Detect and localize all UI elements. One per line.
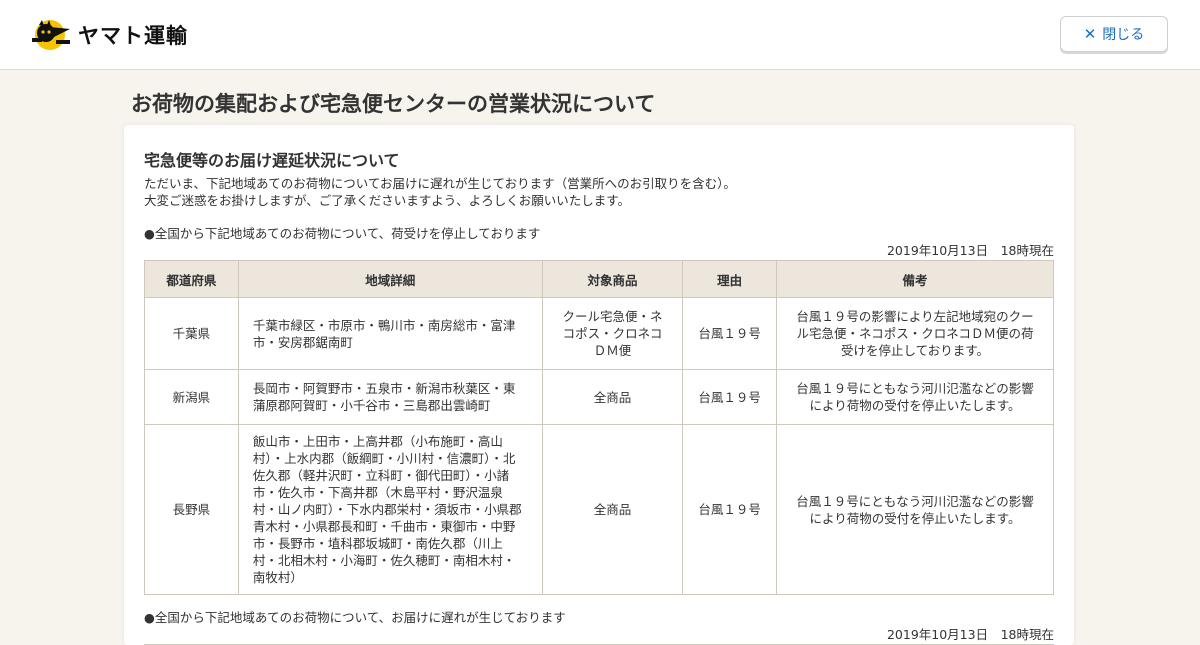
yamato-logo[interactable]: ヤマト運輸 [30, 19, 188, 51]
header-product: 対象商品 [541, 260, 684, 298]
close-button[interactable]: ✕ 閉じる [1060, 16, 1168, 52]
notice-delivery-delay: ●全国から下記地域あてのお荷物について、お届けに遅れが生じております [144, 610, 566, 625]
cell-area: 飯山市・上田市・上高井郡（小布施町・高山村）・上水内郡（飯綱町・小川村・信濃町）… [237, 424, 543, 595]
table-row: 長野県 飯山市・上田市・上高井郡（小布施町・高山村）・上水内郡（飯綱町・小川村・… [144, 424, 1054, 595]
logo-text: ヤマト運輸 [78, 24, 188, 48]
cell-reason: 台風１９号 [682, 297, 778, 370]
cell-product: クール宅急便・ネコポス・クロネコＤＭ便 [541, 297, 684, 370]
intro-line-1: ただいま、下記地域あてのお荷物についてお届けに遅れが生じております（営業所へのお… [144, 176, 736, 191]
close-button-label: 閉じる [1102, 27, 1145, 43]
page-title: お荷物の集配および宅急便センターの営業状況について [131, 92, 656, 116]
stop-acceptance-table: 都道府県 地域詳細 対象商品 理由 備考 千葉県 千葉市緑区・市原市・鴨川市・南… [144, 260, 1054, 595]
header-note: 備考 [776, 260, 1054, 298]
header-area: 地域詳細 [237, 260, 543, 298]
header-reason: 理由 [682, 260, 778, 298]
cell-prefecture: 新潟県 [144, 369, 239, 425]
table-header-row: 都道府県 地域詳細 対象商品 理由 備考 [144, 260, 1054, 298]
cell-prefecture: 長野県 [144, 424, 239, 595]
site-header: ヤマト運輸 ✕ 閉じる [0, 0, 1200, 70]
cell-note: 台風１９号にともなう河川氾濫などの影響により荷物の受付を停止いたします。 [776, 424, 1054, 595]
black-cat-logo-icon [32, 20, 70, 50]
table-row: 新潟県 長岡市・阿賀野市・五泉市・新潟市秋葉区・東蒲原郡阿賀町・小千谷市・三島郡… [144, 369, 1054, 425]
cell-prefecture: 千葉県 [144, 297, 239, 370]
close-icon: ✕ [1083, 25, 1097, 43]
notice-stop-acceptance: ●全国から下記地域あてのお荷物について、荷受けを停止しております [144, 226, 541, 241]
content-card: 宅急便等のお届け遅延状況について ただいま、下記地域あてのお荷物についてお届けに… [124, 125, 1074, 645]
timestamp: 2019年10月13日 18時現在 [886, 243, 1054, 258]
cell-area: 千葉市緑区・市原市・鴨川市・南房総市・富津市・安房郡鋸南町 [237, 297, 543, 370]
cell-product: 全商品 [541, 424, 684, 595]
table-row: 千葉県 千葉市緑区・市原市・鴨川市・南房総市・富津市・安房郡鋸南町 クール宅急便… [144, 297, 1054, 370]
timestamp: 2019年10月13日 18時現在 [886, 627, 1054, 642]
intro-line-2: 大変ご迷惑をお掛けしますが、ご了承くださいますよう、よろしくお願いいたします。 [144, 193, 631, 208]
cell-note: 台風１９号にともなう河川氾濫などの影響により荷物の受付を停止いたします。 [776, 369, 1054, 425]
section-title: 宅急便等のお届け遅延状況について [144, 151, 400, 170]
cell-reason: 台風１９号 [682, 369, 778, 425]
cell-area: 長岡市・阿賀野市・五泉市・新潟市秋葉区・東蒲原郡阿賀町・小千谷市・三島郡出雲崎町 [237, 369, 543, 425]
cell-product: 全商品 [541, 369, 684, 425]
header-prefecture: 都道府県 [144, 260, 239, 298]
cell-note: 台風１９号の影響により左記地域宛のクール宅急便・ネコポス・クロネコＤＭ便の荷受け… [776, 297, 1054, 370]
cell-reason: 台風１９号 [682, 424, 778, 595]
